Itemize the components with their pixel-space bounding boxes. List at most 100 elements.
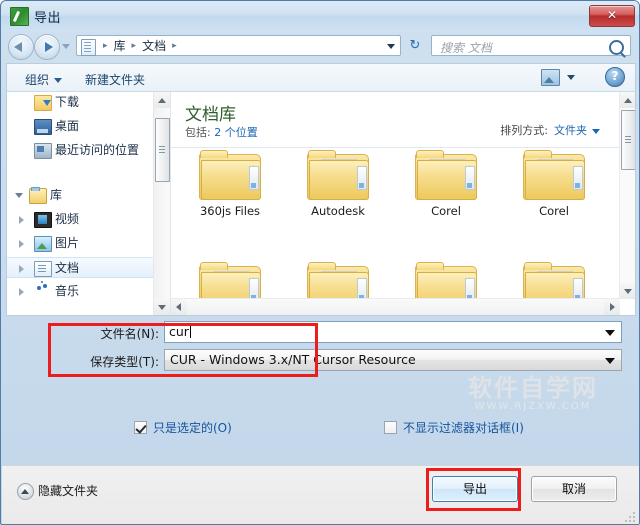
filetype-row: 保存类型(T): CUR - Windows 3.x/NT Cursor Res…	[1, 349, 639, 373]
scroll-left-icon[interactable]	[171, 299, 187, 315]
filetype-select[interactable]: CUR - Windows 3.x/NT Cursor Resource	[164, 349, 622, 371]
sidebar-item-label: 文档	[55, 261, 80, 275]
folder-grid: 360js Files Autodesk Corel Corel	[171, 150, 620, 312]
list-item[interactable]: Corel	[391, 150, 501, 218]
folder-label: Corel	[539, 204, 569, 218]
file-list-scrollbar[interactable]	[619, 92, 635, 299]
export-dialog: 导出 ✕ ▸ 库 ▸ 文档 ▸ ↻ 搜索 文档 组织 新建文件夹 ? 下载 桌面…	[0, 0, 640, 525]
chevron-down-icon	[54, 78, 63, 83]
chevron-down-icon[interactable]	[592, 128, 600, 134]
resize-grip[interactable]	[625, 512, 635, 522]
sidebar-item-library[interactable]: 库	[7, 185, 170, 206]
navigation-pane-scrollbar[interactable]	[153, 92, 170, 315]
help-button[interactable]: ?	[605, 67, 625, 87]
document-icon	[81, 39, 96, 56]
checkbox-unchecked-icon	[384, 421, 397, 434]
scroll-down-icon[interactable]	[154, 299, 170, 315]
sidebar-item-label: 图片	[55, 236, 80, 250]
search-input[interactable]: 搜索 文档	[431, 35, 631, 56]
arrange-value[interactable]: 文件夹	[554, 124, 587, 137]
video-icon	[34, 212, 52, 228]
cancel-button[interactable]: 取消	[531, 476, 617, 502]
address-bar[interactable]: ▸ 库 ▸ 文档 ▸	[76, 35, 401, 56]
sidebar-item-label: 音乐	[55, 284, 80, 298]
filename-row: 文件名(N): cur	[1, 321, 639, 345]
forward-arrow-icon	[45, 42, 53, 52]
address-bar-row: ▸ 库 ▸ 文档 ▸ ↻ 搜索 文档	[1, 31, 639, 61]
includes-value[interactable]: 2 个位置	[214, 126, 258, 139]
history-dropdown-icon[interactable]	[62, 44, 70, 49]
help-icon: ?	[611, 69, 619, 83]
only-selected-label: 只是选定的(O)	[153, 421, 232, 435]
sidebar-item-music[interactable]: 音乐	[7, 281, 170, 302]
filename-value: cur	[169, 324, 189, 339]
file-form: 文件名(N): cur 保存类型(T): CUR - Windows 3.x/N…	[1, 321, 639, 377]
breadcrumb-separator: ▸	[103, 41, 108, 51]
chevron-right-icon[interactable]	[19, 288, 24, 296]
list-item[interactable]: Corel	[499, 150, 609, 218]
library-icon	[29, 187, 47, 204]
breadcrumb-item-documents[interactable]: 文档	[140, 38, 168, 55]
filetype-chevron-down-icon[interactable]	[605, 358, 615, 364]
forward-button[interactable]	[34, 34, 60, 60]
chevron-down-icon[interactable]	[15, 193, 23, 202]
download-folder-icon	[34, 95, 52, 111]
list-item[interactable]: Autodesk	[283, 150, 393, 218]
title-bar: 导出 ✕	[1, 1, 639, 31]
scrollbar-thumb[interactable]	[155, 118, 170, 182]
sidebar-item-recent-places[interactable]: 最近访问的位置	[7, 140, 170, 161]
scroll-up-icon[interactable]	[620, 92, 635, 108]
navigation-pane: 下载 桌面 最近访问的位置 库 视频 图片 文档 音乐	[7, 92, 170, 315]
organize-label: 组织	[25, 73, 50, 87]
text-cursor	[189, 325, 191, 338]
list-item[interactable]: 360js Files	[175, 150, 285, 218]
folder-icon	[307, 150, 369, 200]
app-icon	[10, 7, 29, 26]
scroll-down-icon[interactable]	[620, 283, 635, 299]
scrollbar-thumb[interactable]	[621, 110, 635, 170]
address-dropdown-icon[interactable]	[387, 44, 395, 49]
filename-chevron-down-icon[interactable]	[605, 330, 615, 336]
scroll-up-icon[interactable]	[154, 92, 170, 108]
sidebar-item-documents[interactable]: 文档	[7, 257, 170, 278]
chevron-right-icon[interactable]	[19, 240, 24, 248]
chevron-right-icon[interactable]	[19, 265, 24, 273]
view-mode-icon[interactable]	[541, 69, 560, 86]
folder-label: 360js Files	[199, 204, 261, 218]
breadcrumb-separator: ▸	[131, 41, 137, 51]
sidebar-item-downloads[interactable]: 下载	[7, 92, 170, 113]
refresh-icon[interactable]: ↻	[405, 36, 425, 55]
sidebar-item-label: 最近访问的位置	[55, 143, 140, 157]
divider	[171, 147, 620, 148]
scroll-right-icon[interactable]	[604, 299, 620, 315]
window-title: 导出	[34, 11, 62, 26]
page-title: 文档库	[185, 105, 236, 125]
folder-label: Corel	[431, 204, 461, 218]
sidebar-item-videos[interactable]: 视频	[7, 209, 170, 230]
export-button[interactable]: 导出	[432, 476, 518, 502]
back-arrow-icon	[14, 42, 22, 52]
close-icon: ✕	[606, 8, 618, 22]
sidebar-item-desktop[interactable]: 桌面	[7, 116, 170, 137]
organize-button[interactable]: 组织	[21, 69, 66, 90]
sidebar-item-label: 下载	[55, 95, 80, 109]
new-folder-button[interactable]: 新建文件夹	[81, 69, 149, 90]
explorer-body: 下载 桌面 最近访问的位置 库 视频 图片 文档 音乐 文档库 包括: 2 个位…	[6, 91, 636, 316]
sidebar-item-label: 视频	[55, 212, 80, 226]
sidebar-item-label: 桌面	[55, 119, 80, 133]
view-mode-chevron-down-icon[interactable]	[567, 75, 575, 80]
filename-input[interactable]: cur	[164, 321, 622, 343]
documents-icon	[34, 261, 52, 277]
file-list-pane: 文档库 包括: 2 个位置 排列方式: 文件夹 360js Files Autod…	[170, 92, 635, 315]
chevron-right-icon[interactable]	[19, 216, 24, 224]
back-button[interactable]	[8, 34, 34, 60]
sidebar-item-pictures[interactable]: 图片	[7, 233, 170, 254]
recent-places-icon	[34, 143, 52, 159]
breadcrumb-item-library[interactable]: 库	[112, 38, 128, 55]
close-button[interactable]: ✕	[589, 5, 635, 27]
sidebar-item-label: 库	[50, 188, 63, 202]
hide-folders-label: 隐藏文件夹	[38, 484, 99, 498]
filetype-label: 保存类型(T):	[90, 355, 159, 369]
file-list-horizontal-scrollbar[interactable]	[171, 298, 620, 315]
collapse-up-icon	[17, 483, 34, 500]
